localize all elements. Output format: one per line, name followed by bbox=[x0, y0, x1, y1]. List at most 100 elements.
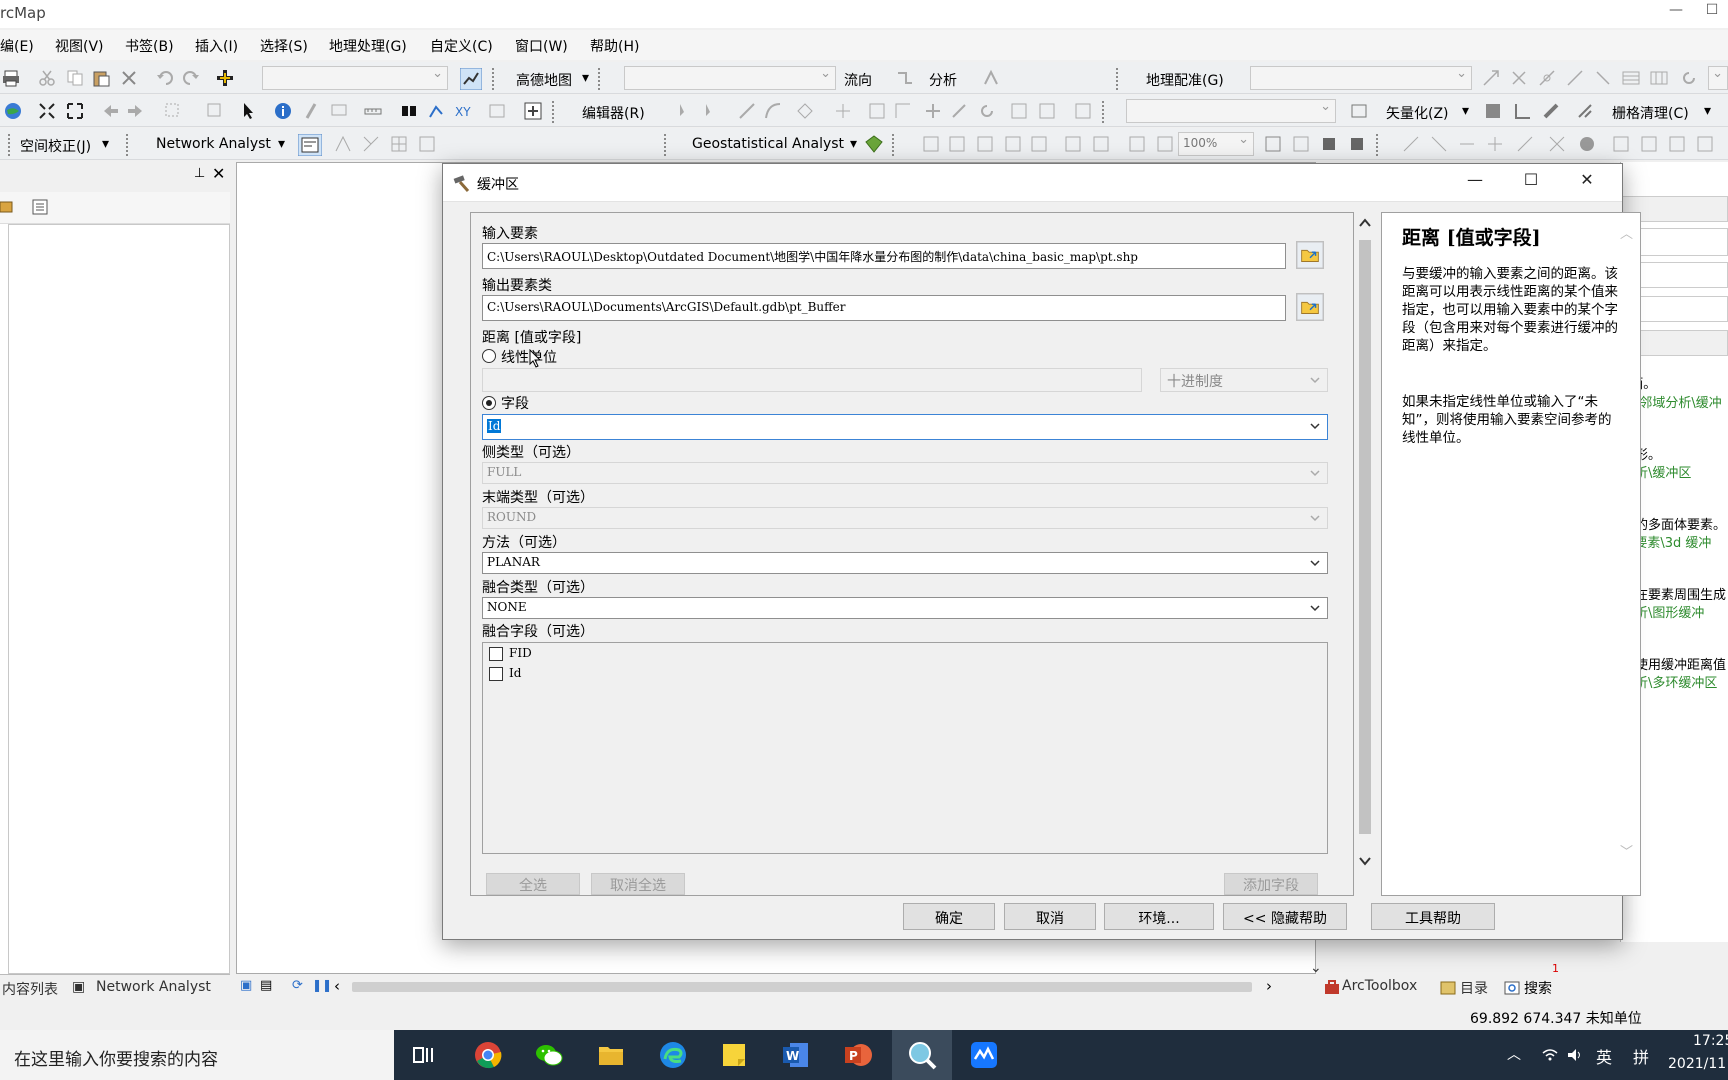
fixed-zoom-out-icon[interactable] bbox=[66, 102, 84, 120]
toolbar-grip[interactable] bbox=[1376, 134, 1382, 156]
print-icon[interactable] bbox=[2, 69, 20, 87]
list-by-drawing-order-icon[interactable] bbox=[32, 199, 48, 215]
powerpoint-icon[interactable]: P bbox=[842, 1039, 874, 1071]
horizontal-scrollbar[interactable] bbox=[352, 982, 1252, 992]
split-icon[interactable] bbox=[950, 102, 968, 120]
toolbar-grip[interactable] bbox=[598, 68, 604, 90]
forward-icon[interactable] bbox=[126, 102, 144, 120]
measure-icon[interactable] bbox=[364, 102, 382, 120]
environments-button[interactable]: 环境... bbox=[1104, 903, 1214, 930]
raster-cleanup-icon[interactable] bbox=[1576, 102, 1594, 120]
select-features-icon[interactable] bbox=[164, 102, 182, 120]
edge-icon[interactable] bbox=[657, 1039, 689, 1071]
menu-edit[interactable]: 编(E) bbox=[0, 36, 34, 56]
sticky-notes-icon[interactable] bbox=[718, 1039, 750, 1071]
clear-selection-icon[interactable] bbox=[206, 102, 224, 120]
split-tool-icon[interactable] bbox=[834, 102, 852, 120]
menu-window[interactable]: 窗口(W) bbox=[515, 36, 568, 56]
draw-tool-icon[interactable] bbox=[1640, 135, 1658, 153]
wifi-icon[interactable] bbox=[1541, 1046, 1559, 1064]
scroll-left-icon[interactable]: ‹ bbox=[334, 977, 340, 995]
georef-tool-icon[interactable] bbox=[1482, 69, 1500, 87]
trace-icon[interactable] bbox=[796, 102, 814, 120]
toolbar-grip[interactable] bbox=[552, 101, 558, 123]
ok-button[interactable]: 确定 bbox=[903, 903, 995, 930]
chevron-down-icon[interactable]: ▾ bbox=[582, 70, 589, 86]
add-data-icon[interactable] bbox=[216, 69, 234, 87]
add-field-button[interactable]: 添加字段 bbox=[1224, 873, 1318, 895]
toolbar-grip[interactable] bbox=[1116, 68, 1122, 90]
hyperlink-icon[interactable] bbox=[302, 102, 320, 120]
select-elements-icon[interactable] bbox=[240, 102, 258, 120]
maximize-button[interactable]: ☐ bbox=[1511, 170, 1551, 196]
find-route-icon[interactable] bbox=[428, 102, 446, 120]
network-tool-icon[interactable] bbox=[362, 135, 380, 153]
end-type-select[interactable]: ROUND bbox=[482, 507, 1328, 529]
raster-cleanup-menu[interactable]: 栅格清理(C) bbox=[1612, 103, 1689, 123]
side-type-select[interactable]: FULL bbox=[482, 462, 1328, 484]
help-scroll-down-icon[interactable]: ﹀ bbox=[1620, 841, 1633, 860]
layout-zoom-in-icon[interactable] bbox=[922, 135, 940, 153]
wechat-icon[interactable] bbox=[533, 1039, 565, 1071]
fixed-zoom-in-icon[interactable] bbox=[1064, 135, 1082, 153]
taskbar-search-box[interactable]: 在这里输入你要搜索的内容 bbox=[0, 1030, 394, 1080]
cut-polygons-icon[interactable] bbox=[924, 102, 942, 120]
undo-icon[interactable] bbox=[156, 69, 174, 87]
map-vscroll-down[interactable]: ⌄ bbox=[1308, 940, 1330, 976]
edit-annotation-icon[interactable] bbox=[702, 102, 720, 120]
chevron-down-icon[interactable]: ▾ bbox=[278, 136, 285, 152]
raster-snapping-icon[interactable] bbox=[1514, 102, 1532, 120]
pin-icon[interactable]: ⊥ bbox=[194, 166, 205, 181]
rotate-tool-icon[interactable] bbox=[978, 102, 996, 120]
scroll-down-icon[interactable] bbox=[1358, 854, 1372, 868]
attributes-icon[interactable] bbox=[1010, 102, 1028, 120]
scroll-up-icon[interactable] bbox=[1358, 216, 1372, 230]
toolbar-grip[interactable] bbox=[8, 134, 14, 156]
editor-toolbar-icon[interactable] bbox=[460, 68, 482, 90]
analysis-tool-icon[interactable] bbox=[982, 69, 1000, 87]
draw-tool-icon[interactable] bbox=[1458, 135, 1476, 153]
go-back-extent-icon[interactable] bbox=[1128, 135, 1146, 153]
close-button[interactable]: ✕ bbox=[1567, 170, 1607, 196]
target-layer-combo[interactable] bbox=[1126, 99, 1336, 123]
volume-icon[interactable] bbox=[1566, 1046, 1584, 1064]
copy-icon[interactable] bbox=[66, 69, 84, 87]
tab-search[interactable]: 搜索 bbox=[1524, 978, 1552, 998]
menu-customize[interactable]: 自定义(C) bbox=[430, 36, 493, 56]
cut-icon[interactable] bbox=[38, 69, 56, 87]
vectorization-menu[interactable]: 矢量化(Z) bbox=[1386, 103, 1449, 123]
gaode-map-menu[interactable]: 高德地图 bbox=[516, 70, 572, 90]
toolbar-grip[interactable] bbox=[1102, 101, 1108, 123]
output-feature-class-field[interactable]: C:\Users\RAOUL\Documents\ArcGIS\Default.… bbox=[482, 295, 1286, 321]
layout-pan-icon[interactable] bbox=[976, 135, 994, 153]
table-icon[interactable] bbox=[1622, 69, 1640, 87]
menu-bookmarks[interactable]: 书签(B) bbox=[125, 36, 174, 56]
input-features-field[interactable]: C:\Users\RAOUL\Desktop\Outdated Document… bbox=[482, 243, 1286, 269]
fixed-zoom-out-icon[interactable] bbox=[1092, 135, 1110, 153]
clock-time[interactable]: 17:25 bbox=[1693, 1033, 1728, 1049]
lark-icon[interactable] bbox=[968, 1039, 1000, 1071]
linear-unit-value[interactable] bbox=[482, 368, 1142, 392]
refresh-icon[interactable]: ⟳ bbox=[292, 978, 303, 993]
unit-select[interactable]: 十进制度 bbox=[1160, 368, 1328, 392]
dissolve-type-select[interactable]: NONE bbox=[482, 597, 1328, 619]
sketch-properties-icon[interactable] bbox=[1038, 102, 1056, 120]
file-explorer-icon[interactable] bbox=[595, 1039, 627, 1071]
draw-tool-icon[interactable] bbox=[1696, 135, 1714, 153]
input-language[interactable]: 英 bbox=[1596, 1044, 1612, 1068]
redo-icon[interactable] bbox=[182, 69, 200, 87]
form-vertical-scrollbar[interactable] bbox=[1354, 212, 1376, 896]
georef-tool-icon[interactable] bbox=[1566, 69, 1584, 87]
flow-icon[interactable] bbox=[896, 69, 914, 87]
linear-unit-radio[interactable] bbox=[482, 349, 496, 363]
tab-arctoolbox[interactable]: ArcToolbox bbox=[1342, 978, 1417, 994]
network-table-icon[interactable] bbox=[390, 135, 408, 153]
tab-network-analyst[interactable]: Network Analyst bbox=[96, 979, 211, 995]
menu-geoprocessing[interactable]: 地理处理(G) bbox=[329, 36, 407, 56]
list-by-source-icon[interactable] bbox=[0, 198, 16, 216]
focus-data-frame-icon[interactable] bbox=[1292, 135, 1310, 153]
select-all-button[interactable]: 全选 bbox=[486, 873, 580, 895]
tray-chevron-up-icon[interactable]: ︿ bbox=[1507, 1044, 1521, 1064]
scroll-thumb[interactable] bbox=[1359, 240, 1371, 834]
draw-tool-icon[interactable] bbox=[1516, 135, 1534, 153]
